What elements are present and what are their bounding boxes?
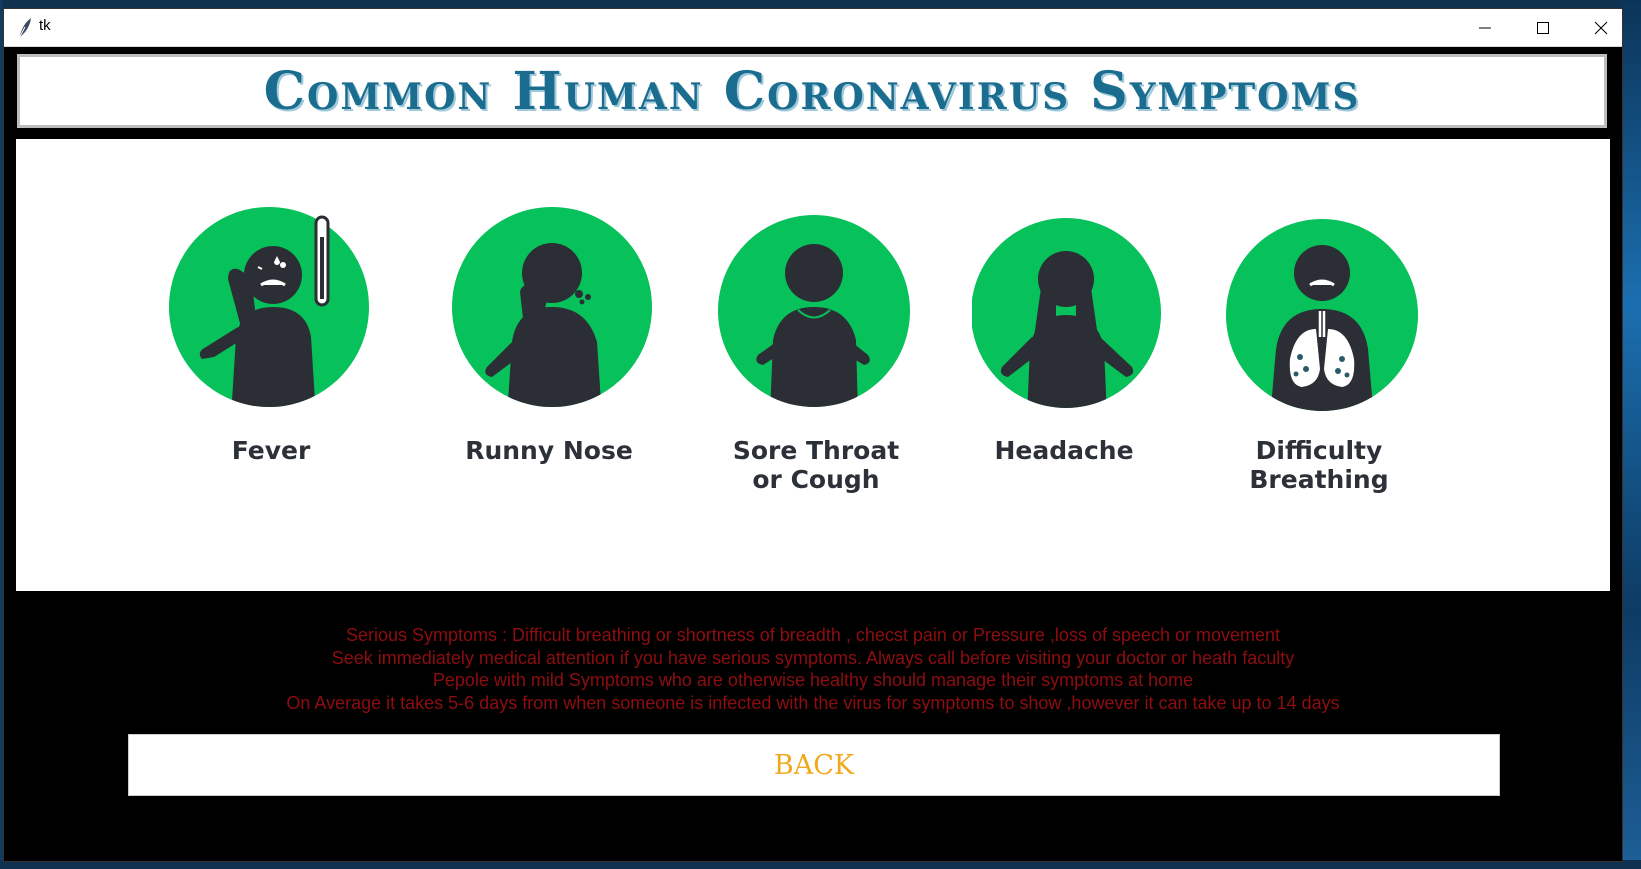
sore-throat-icon: [718, 215, 910, 407]
window-title: tk: [39, 17, 51, 34]
desktop-background-top: [0, 0, 1641, 8]
symptom-label-sore-throat: Sore Throat or Cough: [732, 436, 900, 494]
headache-icon: [972, 218, 1161, 408]
symptoms-image-panel: Fever Runny Nose Sore Throat or Cough He…: [16, 139, 1610, 591]
close-button[interactable]: [1572, 9, 1630, 46]
minimize-icon: [1479, 27, 1491, 29]
symptom-label-difficulty-breathing: Difficulty Breathing: [1249, 436, 1389, 494]
symptom-label-headache: Headache: [994, 436, 1134, 465]
page-title: Common Human Coronavirus Symptoms: [263, 60, 1361, 122]
close-icon: [1594, 21, 1608, 35]
maximize-button[interactable]: [1514, 9, 1572, 46]
fever-icon: [169, 207, 369, 407]
info-line: Pepole with mild Symptoms who are otherw…: [432, 670, 1194, 690]
minimize-button[interactable]: [1456, 9, 1514, 46]
symptom-label-runny-nose: Runny Nose: [465, 436, 633, 465]
app-window: tk Common Human Coronavirus Symptoms Fev…: [3, 8, 1623, 862]
desktop-background-right: [1621, 0, 1641, 869]
maximize-icon: [1537, 22, 1549, 34]
back-button[interactable]: BACK: [128, 734, 1500, 796]
feather-icon: [16, 17, 34, 39]
info-line: Seek immediately medical attention if yo…: [331, 647, 1295, 668]
info-line: On Average it takes 5-6 days from when s…: [286, 692, 1340, 713]
symptom-label-fever: Fever: [231, 436, 311, 465]
header-frame: Common Human Coronavirus Symptoms: [17, 54, 1607, 128]
difficulty-breathing-icon: [1226, 219, 1418, 411]
serious-symptoms-info: Serious Symptoms : Difficult breathing o…: [4, 624, 1622, 714]
runny-nose-icon: [452, 207, 652, 407]
title-bar[interactable]: tk: [4, 9, 1622, 47]
info-line: Serious Symptoms : Difficult breathing o…: [345, 625, 1281, 645]
